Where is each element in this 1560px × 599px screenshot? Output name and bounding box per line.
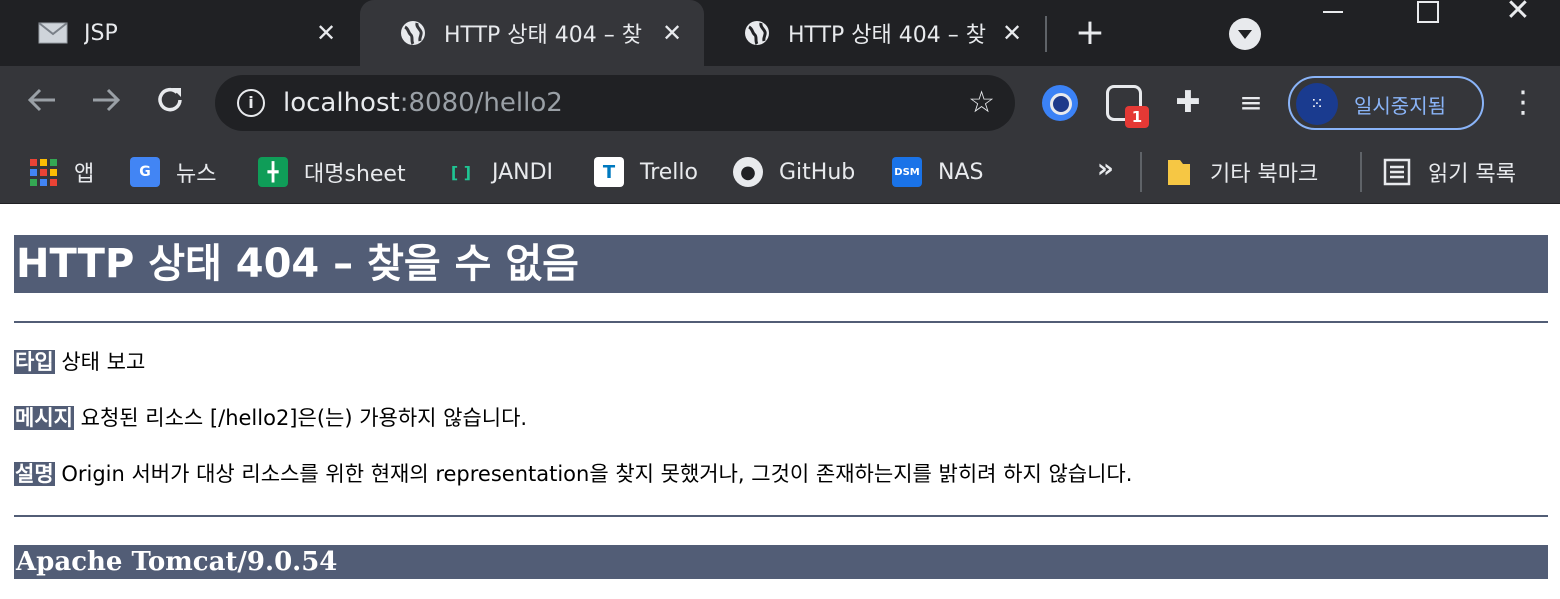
divider	[14, 515, 1548, 517]
status-type-row: 타입 상태 보고	[14, 347, 145, 377]
new-tab-button[interactable]: +	[1070, 14, 1110, 54]
extension-screen-icon[interactable]: 1	[1106, 85, 1149, 128]
url-text[interactable]: localhost:8080/hello2	[283, 88, 563, 118]
address-bar[interactable]: i localhost:8080/hello2 ☆	[215, 75, 1015, 131]
more-bookmarks-icon[interactable]: »	[1097, 154, 1114, 184]
extension-badge: 1	[1125, 106, 1149, 128]
jandi-icon: [ ]	[450, 162, 472, 182]
globe-icon	[742, 18, 772, 48]
bookmark-label: 뉴스	[176, 162, 217, 187]
bookmark-jandi[interactable]: [ ] JANDI	[446, 150, 553, 194]
bookmark-label: JANDI	[492, 159, 554, 185]
extension-circle-icon[interactable]	[1042, 85, 1078, 121]
sheets-icon: ╋	[258, 157, 288, 187]
mail-icon	[38, 18, 68, 48]
media-playlist-icon[interactable]: ≡	[1233, 85, 1269, 121]
url-host: localhost	[283, 88, 400, 118]
message-value: 요청된 리소스 [/hello2]은(는) 가용하지 않습니다.	[80, 406, 528, 430]
bookmark-label: 앱	[74, 162, 95, 187]
tab-close-icon[interactable]: ✕	[312, 19, 340, 47]
puzzle-extensions-icon[interactable]: ✚	[1170, 85, 1206, 121]
page-content: HTTP 상태 404 – 찾을 수 없음 타입 상태 보고 메시지 요청된 리…	[0, 205, 1560, 599]
tab-title: JSP	[84, 20, 118, 46]
window-close-icon[interactable]: ✕	[1488, 0, 1548, 30]
site-info-icon[interactable]: i	[237, 89, 265, 117]
bookmark-separator	[1140, 152, 1142, 192]
trello-icon: T	[594, 157, 624, 187]
tab-jsp[interactable]: JSP ✕	[0, 0, 358, 66]
url-path: :8080/hello2	[399, 88, 563, 118]
tab-close-icon[interactable]: ✕	[658, 19, 686, 47]
bookmark-label: NAS	[938, 159, 984, 185]
page-title: HTTP 상태 404 – 찾을 수 없음	[14, 235, 1548, 293]
reading-list-button[interactable]: 읽기 목록	[1382, 150, 1516, 194]
tab-http-404-active[interactable]: HTTP 상태 404 – 찾 ✕	[360, 0, 704, 66]
forward-arrow-icon[interactable]	[86, 83, 126, 123]
message-label: 메시지	[14, 406, 74, 430]
description-value: Origin 서버가 대상 리소스를 위한 현재의 representation…	[61, 462, 1133, 486]
avatar: ⁙	[1296, 83, 1338, 125]
bookmark-star-icon[interactable]: ☆	[968, 85, 995, 120]
bookmark-trello[interactable]: T Trello	[594, 150, 698, 194]
bookmark-label: 기타 북마크	[1210, 162, 1319, 187]
other-bookmarks-folder[interactable]: 기타 북마크	[1164, 150, 1318, 194]
reload-icon[interactable]	[150, 83, 190, 123]
bookmark-apps[interactable]: 앱	[28, 150, 94, 194]
bookmark-separator	[1360, 152, 1362, 192]
bookmark-news[interactable]: G 뉴스	[130, 150, 216, 194]
server-version-footer: Apache Tomcat/9.0.54	[14, 545, 1548, 579]
maximize-icon[interactable]	[1398, 0, 1458, 30]
dsm-icon: DSM	[892, 157, 922, 187]
apps-grid-icon	[28, 157, 58, 187]
description-row: 설명 Origin 서버가 대상 리소스를 위한 현재의 representat…	[14, 459, 1132, 489]
profile-status-label: 일시중지됨	[1354, 94, 1446, 118]
type-value: 상태 보고	[61, 350, 146, 374]
message-row: 메시지 요청된 리소스 [/hello2]은(는) 가용하지 않습니다.	[14, 403, 527, 433]
bookmark-label: Trello	[640, 159, 698, 185]
tab-title: HTTP 상태 404 – 찾	[444, 23, 642, 48]
bookmark-label: 읽기 목록	[1428, 162, 1516, 187]
tab-separator	[1045, 16, 1047, 52]
tab-strip: JSP ✕ HTTP 상태 404 – 찾 ✕ HTTP 상태 404 – 찾 …	[0, 0, 1560, 66]
github-icon: ●	[733, 157, 763, 187]
tab-close-icon[interactable]: ✕	[998, 19, 1026, 47]
bookmark-sheet[interactable]: ╋ 대명sheet	[258, 150, 406, 194]
tab-search-icon[interactable]	[1229, 18, 1261, 50]
folder-icon	[1164, 157, 1194, 187]
minimize-icon[interactable]	[1300, 0, 1360, 30]
tab-title: HTTP 상태 404 – 찾	[788, 23, 986, 48]
description-label: 설명	[14, 462, 55, 486]
back-arrow-icon[interactable]	[22, 83, 62, 123]
tab-http-404[interactable]: HTTP 상태 404 – 찾 ✕	[704, 0, 1044, 66]
bookmark-github[interactable]: ● GitHub	[733, 150, 855, 194]
bookmarks-bar: 앱 G 뉴스 ╋ 대명sheet [ ] JANDI T Trello ● Gi…	[0, 140, 1560, 204]
kebab-menu-icon[interactable]: ⋮	[1508, 82, 1538, 124]
type-label: 타입	[14, 350, 55, 374]
bookmark-nas[interactable]: DSM NAS	[892, 150, 983, 194]
google-news-icon: G	[130, 157, 160, 187]
reading-list-icon	[1382, 157, 1412, 187]
bookmark-label: GitHub	[779, 159, 856, 185]
browser-toolbar: i localhost:8080/hello2 ☆ 1 ✚ ≡ ⁙ 일시중지됨 …	[0, 66, 1560, 140]
profile-button[interactable]: ⁙ 일시중지됨	[1288, 76, 1484, 130]
bookmark-label: 대명sheet	[304, 162, 406, 187]
globe-icon	[398, 18, 428, 48]
divider	[14, 321, 1548, 323]
